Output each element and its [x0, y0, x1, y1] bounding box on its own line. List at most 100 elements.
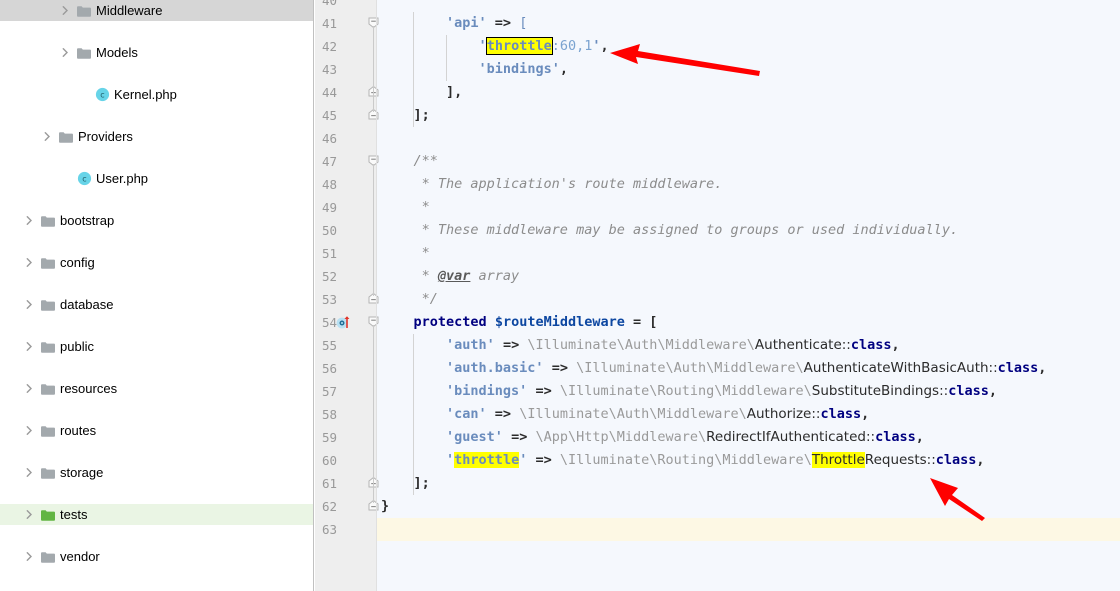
- line-number[interactable]: 41: [315, 12, 337, 35]
- code-line[interactable]: }: [377, 495, 1120, 518]
- tree-item-label: routes: [60, 420, 96, 441]
- code-line[interactable]: */: [377, 288, 1120, 311]
- tree-item-database[interactable]: database: [0, 294, 313, 315]
- line-number[interactable]: 59: [315, 426, 337, 449]
- line-number[interactable]: 43: [315, 58, 337, 81]
- comment-text: * @var array: [422, 268, 520, 284]
- code-line[interactable]: *: [377, 196, 1120, 219]
- line-number[interactable]: 51: [315, 242, 337, 265]
- tree-item-bootstrap[interactable]: bootstrap: [0, 210, 313, 231]
- tree-item-public[interactable]: public: [0, 336, 313, 357]
- tree-item-resources[interactable]: resources: [0, 378, 313, 399]
- array-key: 'guest': [446, 429, 503, 445]
- line-number[interactable]: 55: [315, 334, 337, 357]
- code-line[interactable]: protected $routeMiddleware = [: [377, 311, 1120, 334]
- tree-item-label: public: [60, 336, 94, 357]
- implementing-method-icon[interactable]: [336, 315, 350, 334]
- folder-icon: [41, 423, 56, 438]
- project-tree-panel[interactable]: Middleware Models cKernel.php Providers cUse…: [0, 0, 313, 591]
- chevron-right-icon[interactable]: [24, 504, 35, 525]
- keyword-protected: protected: [414, 314, 487, 330]
- code-content[interactable]: 'api' => [ 'throttle:60,1', 'bindings', …: [377, 0, 1120, 591]
- line-number[interactable]: 50: [315, 219, 337, 242]
- chevron-right-icon[interactable]: [60, 42, 71, 63]
- line-number[interactable]: 52: [315, 265, 337, 288]
- chevron-right-icon[interactable]: [42, 126, 53, 147]
- code-line[interactable]: 'throttle:60,1',: [377, 35, 1120, 58]
- chevron-right-icon[interactable]: [24, 462, 35, 483]
- code-line[interactable]: * The application's route middleware.: [377, 173, 1120, 196]
- line-number[interactable]: 45: [315, 104, 337, 127]
- tree-item-tests[interactable]: tests: [0, 504, 313, 525]
- code-line[interactable]: 'throttle' => \Illuminate\Routing\Middle…: [377, 449, 1120, 472]
- chevron-right-icon[interactable]: [24, 252, 35, 273]
- code-line[interactable]: [377, 518, 1120, 541]
- tree-item-config[interactable]: config: [0, 252, 313, 273]
- line-number[interactable]: 56: [315, 357, 337, 380]
- code-line[interactable]: 'bindings',: [377, 58, 1120, 81]
- code-line[interactable]: 'auth' => \Illuminate\Auth\Middleware\Au…: [377, 334, 1120, 357]
- php-class-icon: c: [95, 87, 110, 102]
- tree-item-models[interactable]: Models: [0, 42, 313, 63]
- line-number[interactable]: 47: [315, 150, 337, 173]
- line-number[interactable]: 53: [315, 288, 337, 311]
- code-line[interactable]: * @var array: [377, 265, 1120, 288]
- line-number[interactable]: 58: [315, 403, 337, 426]
- code-line[interactable]: 'can' => \Illuminate\Auth\Middleware\Aut…: [377, 403, 1120, 426]
- tree-item-routes[interactable]: routes: [0, 420, 313, 441]
- chevron-right-icon[interactable]: [24, 294, 35, 315]
- code-line[interactable]: [377, 127, 1120, 150]
- line-number[interactable]: 46: [315, 127, 337, 150]
- indent-guide: [413, 12, 414, 127]
- chevron-right-icon[interactable]: [24, 378, 35, 399]
- code-line[interactable]: 'api' => [: [377, 12, 1120, 35]
- line-number[interactable]: 49: [315, 196, 337, 219]
- tree-item-vendor[interactable]: vendor: [0, 546, 313, 567]
- tree-item-user-php[interactable]: cUser.php: [0, 168, 313, 189]
- code-line[interactable]: *: [377, 242, 1120, 265]
- code-line[interactable]: ];: [377, 472, 1120, 495]
- code-line[interactable]: ];: [377, 104, 1120, 127]
- line-number[interactable]: 48: [315, 173, 337, 196]
- code-line[interactable]: ],: [377, 81, 1120, 104]
- line-number[interactable]: 62: [315, 495, 337, 518]
- folder-icon: [77, 3, 92, 18]
- tree-item-label: tests: [60, 504, 87, 525]
- tree-item-providers[interactable]: Providers: [0, 126, 313, 147]
- line-number[interactable]: 42: [315, 35, 337, 58]
- line-number[interactable]: 44: [315, 81, 337, 104]
- folder-green-icon: [41, 507, 56, 522]
- chevron-right-icon[interactable]: [24, 420, 35, 441]
- php-class-icon: c: [77, 171, 92, 186]
- chevron-right-icon[interactable]: [24, 546, 35, 567]
- class-keyword: class: [820, 406, 861, 422]
- chevron-right-icon[interactable]: [24, 336, 35, 357]
- class-keyword: class: [936, 452, 977, 468]
- tree-item-label: Middleware: [96, 0, 162, 21]
- tree-item-label: Models: [96, 42, 138, 63]
- code-line[interactable]: * These middleware may be assigned to gr…: [377, 219, 1120, 242]
- tree-item-storage[interactable]: storage: [0, 462, 313, 483]
- line-number[interactable]: 57: [315, 380, 337, 403]
- line-number[interactable]: 60: [315, 449, 337, 472]
- tree-item-middleware[interactable]: Middleware: [0, 0, 313, 21]
- comment-text: *: [422, 199, 430, 215]
- line-number[interactable]: 54: [315, 311, 337, 334]
- code-line[interactable]: /**: [377, 150, 1120, 173]
- class-keyword: class: [851, 337, 892, 353]
- chevron-right-icon[interactable]: [24, 210, 35, 231]
- line-number[interactable]: 61: [315, 472, 337, 495]
- code-editor[interactable]: 4041424344454647484950515253545556575859…: [315, 0, 1120, 591]
- tree-item-kernel-php[interactable]: cKernel.php: [0, 84, 313, 105]
- code-line[interactable]: [377, 0, 1120, 12]
- line-number[interactable]: 63: [315, 518, 337, 541]
- editor-gutter[interactable]: 4041424344454647484950515253545556575859…: [315, 0, 377, 591]
- variable-routemiddleware: $routeMiddleware: [495, 314, 625, 330]
- code-line[interactable]: 'auth.basic' => \Illuminate\Auth\Middlew…: [377, 357, 1120, 380]
- code-line[interactable]: 'bindings' => \Illuminate\Routing\Middle…: [377, 380, 1120, 403]
- tree-item-label: database: [60, 294, 114, 315]
- code-line[interactable]: 'guest' => \App\Http\Middleware\Redirect…: [377, 426, 1120, 449]
- fold-rail: [373, 26, 374, 112]
- chevron-right-icon[interactable]: [60, 0, 71, 21]
- line-number[interactable]: 40: [315, 0, 337, 12]
